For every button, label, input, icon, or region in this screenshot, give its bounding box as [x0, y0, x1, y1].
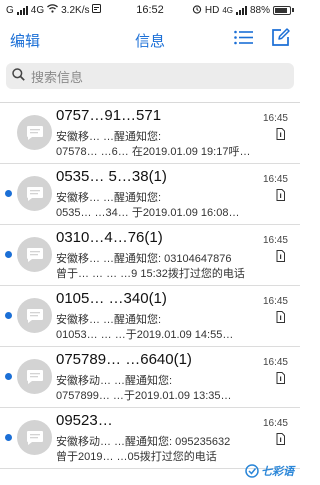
message-sender: 0757…91…571	[56, 107, 162, 124]
sim-card-icon	[276, 249, 285, 267]
signal-strength-icon	[235, 5, 247, 15]
status-bar: G 4G 3.2K/s 16:52 HD 4G 88%	[0, 0, 300, 20]
sim-card-icon	[276, 127, 285, 145]
message-avatar-icon	[17, 359, 52, 394]
message-sender: 0105… …340(1)	[56, 290, 167, 307]
message-preview-line-1: 安徽移… …醒通知您: 03104647876	[56, 253, 232, 265]
message-preview-line-2: 01053… … …于2019.01.09 14:55…	[56, 329, 234, 341]
message-preview-line-2: 07578… …6… 在2019.01.09 19:17呼…	[56, 146, 251, 158]
message-preview-line-1: 安徽移… …醒通知您:	[56, 131, 162, 143]
battery-percent: 88%	[249, 4, 270, 16]
message-row[interactable]: 0535… 5…38(1) 安徽移… …醒通知您: 0535… …34… 于2019…	[0, 164, 300, 225]
edit-button[interactable]: 编辑	[10, 30, 40, 51]
message-avatar-icon	[17, 176, 52, 211]
unread-dot	[5, 312, 12, 319]
sim-card-icon	[276, 188, 285, 206]
message-sender: 0535… 5…38(1)	[56, 168, 167, 185]
message-row[interactable]: 0757…91…571 安徽移… …醒通知您: 07578… …6… 在2019.0…	[0, 103, 300, 164]
message-preview-line-2: 0535… …34… 于2019.01.09 16:08…	[56, 207, 240, 219]
watermark-logo: 七彩语	[245, 463, 294, 479]
unread-dot	[5, 190, 12, 197]
sim-card-icon	[276, 371, 285, 389]
wifi-icon	[47, 4, 59, 16]
message-preview-line-2: 曾于2019… …05拨打过您的电话	[56, 451, 217, 463]
carrier-label: G	[6, 4, 14, 16]
nav-actions	[234, 28, 290, 52]
message-preview-line-2: 曾于… … … …9 15:32拨打过您的电话	[56, 268, 245, 280]
unread-dot	[5, 434, 12, 441]
message-avatar-icon	[17, 420, 52, 455]
search-icon	[12, 68, 25, 84]
signal-icon	[16, 5, 28, 15]
message-row[interactable]: 09523… 安徽移动… …醒通知您: 095235632 曾于2019… …05拨…	[0, 408, 300, 469]
unread-dot	[5, 251, 12, 258]
notification-icon	[92, 4, 102, 16]
lte-label: 4G	[222, 5, 233, 15]
message-time: 16:45	[262, 174, 288, 185]
watermark-text: 七彩语	[261, 466, 294, 478]
nav-bar: 编辑 信息	[0, 20, 300, 60]
message-row[interactable]: 0310…4…76(1) 安徽移… …醒通知您: 03104647876 曾于… ……	[0, 225, 300, 286]
message-avatar-icon	[17, 237, 52, 272]
message-time: 16:45	[262, 418, 288, 429]
message-preview-line-1: 安徽移… …醒通知您:	[56, 314, 162, 326]
message-time: 16:45	[262, 296, 288, 307]
message-sender: 0310…4…76(1)	[56, 229, 163, 246]
status-left: G 4G 3.2K/s	[6, 4, 102, 16]
message-sender: 075789… …6640(1)	[56, 351, 192, 368]
message-time: 16:45	[262, 235, 288, 246]
message-preview-line-1: 安徽移… …醒通知您:	[56, 192, 162, 204]
message-row[interactable]: 075789… …6640(1) 安徽移动… …醒通知您: 0757899… …于2…	[0, 347, 300, 408]
message-sender: 09523…	[56, 412, 113, 429]
sim-card-icon	[276, 310, 285, 328]
search-bar: 搜索信息	[0, 60, 300, 92]
search-input[interactable]: 搜索信息	[6, 63, 294, 89]
alarm-icon	[192, 4, 202, 17]
hd-label: HD	[204, 4, 220, 16]
message-avatar-icon	[17, 298, 52, 333]
message-list: 0757…91…571 安徽移… …醒通知您: 07578… …6… 在2019.0…	[0, 103, 300, 469]
status-right: HD 4G 88%	[192, 4, 294, 17]
message-preview-line-1: 安徽移动… …醒通知您:	[56, 375, 173, 387]
unread-dot	[5, 373, 12, 380]
message-row[interactable]: 0105… …340(1) 安徽移… …醒通知您: 01053… … …于2019.…	[0, 286, 300, 347]
message-time: 16:45	[262, 357, 288, 368]
sim-card-icon	[276, 432, 285, 450]
message-preview-line-1: 安徽移动… …醒通知您: 095235632	[56, 436, 231, 448]
network-speed: 3.2K/s	[61, 4, 90, 16]
message-preview-line-2: 0757899… …于2019.01.09 13:35…	[56, 390, 232, 402]
compose-icon[interactable]	[271, 28, 290, 52]
message-time: 16:45	[262, 113, 288, 124]
network-label: 4G	[30, 4, 45, 16]
search-placeholder: 搜索信息	[31, 69, 84, 85]
menu-list-icon[interactable]	[234, 30, 253, 50]
battery-icon	[273, 5, 294, 15]
message-avatar-icon	[17, 115, 52, 150]
